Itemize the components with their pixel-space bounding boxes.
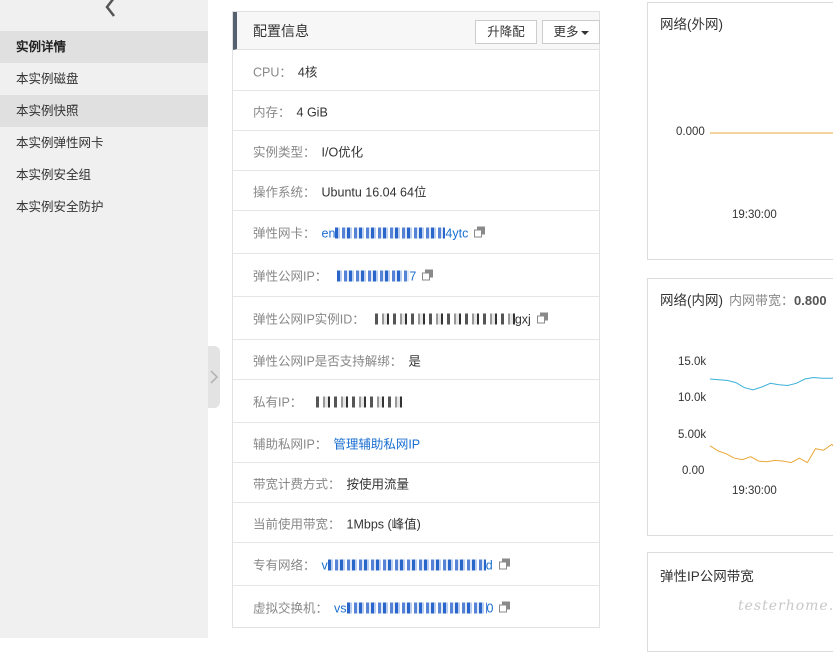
redacted-value — [316, 396, 403, 408]
vswitch-link-suffix[interactable]: 0 — [487, 602, 494, 616]
chart-title: 弹性IP公网带宽 — [660, 569, 754, 584]
elastic-nic-link-suffix[interactable]: 4ytc — [445, 227, 468, 241]
row-value: 是 — [408, 354, 421, 368]
series-line-0 — [709, 376, 833, 391]
copy-icon[interactable] — [422, 269, 434, 282]
external-network-chart — [710, 132, 833, 134]
public-ip-instance-id-suffix: gxj — [514, 312, 531, 327]
config-row-cpu: CPU： 4核 — [233, 51, 599, 91]
row-label: 弹性公网IP实例ID： — [253, 312, 365, 327]
redacted-value — [327, 559, 486, 571]
public-ip-link-suffix[interactable]: 7 — [409, 270, 416, 284]
sidebar-item-security-protection[interactable]: 本实例安全防护 — [0, 191, 208, 223]
config-row-billing-method: 带宽计费方式： 按使用流量 — [233, 463, 599, 503]
config-row-public-ip: 弹性公网IP： 7 — [233, 254, 599, 297]
row-label: 带宽计费方式： — [253, 477, 341, 491]
row-value: 4 GiB — [296, 105, 328, 119]
row-label: 弹性公网IP是否支持解绑： — [253, 354, 403, 368]
internal-network-chart — [709, 376, 833, 464]
row-label: 当前使用带宽： — [253, 517, 341, 531]
elastic-nic-link[interactable]: en — [322, 227, 336, 241]
panel-header: 配置信息 升降配 更多 — [233, 12, 600, 50]
row-label: 辅助私网IP： — [253, 437, 328, 451]
redacted-value — [346, 602, 487, 614]
config-row-memory: 内存： 4 GiB — [233, 91, 599, 131]
chevron-right-icon — [210, 370, 219, 384]
caret-down-icon — [580, 30, 589, 35]
row-value: 1Mbps (峰值) — [346, 517, 421, 531]
sidebar-item-instance-snapshots[interactable]: 本实例快照 — [0, 95, 208, 127]
row-label: 专有网络： — [253, 558, 316, 573]
copy-icon[interactable] — [536, 312, 549, 325]
sidebar-collapse-toggle[interactable] — [208, 346, 220, 408]
row-label: 弹性公网IP： — [253, 269, 328, 284]
sidebar-item-elastic-nic[interactable]: 本实例弹性网卡 — [0, 127, 208, 159]
sidebar: 实例详情 本实例磁盘 本实例快照 本实例弹性网卡 本实例安全组 本实例安全防护 — [0, 0, 208, 638]
config-row-public-ip-instance-id: 弹性公网IP实例ID： gxj — [233, 297, 599, 340]
copy-icon[interactable] — [499, 601, 511, 614]
config-row-current-bandwidth: 当前使用带宽： 1Mbps (峰值) — [233, 503, 599, 543]
chart-card-external-network: 网络(外网) 0.000 19:30:00 — [647, 2, 833, 260]
config-row-vswitch: 虚拟交换机： vs 0 — [233, 586, 599, 628]
watermark: testerhome.com — [738, 598, 833, 614]
config-row-secondary-private-ip: 辅助私网IP： 管理辅助私网IP — [233, 423, 599, 463]
config-row-elastic-nic: 弹性网卡： en 4ytc — [233, 211, 599, 254]
sidebar-item-instance-details[interactable]: 实例详情 — [0, 31, 208, 63]
copy-icon[interactable] — [498, 558, 511, 571]
upgrade-button[interactable]: 升降配 — [475, 20, 537, 44]
config-row-os: 操作系统： Ubuntu 16.04 64位 — [233, 171, 599, 211]
copy-icon[interactable] — [474, 226, 486, 239]
vswitch-link[interactable]: vs — [334, 602, 347, 616]
redacted-value — [374, 313, 515, 325]
row-label: 实例类型： — [253, 145, 316, 159]
sidebar-item-security-group[interactable]: 本实例安全组 — [0, 159, 208, 191]
row-label: 弹性网卡： — [253, 226, 316, 241]
row-label: 私有IP： — [253, 395, 303, 410]
config-panel: 配置信息 升降配 更多 CPU： 4核 内存： 4 GiB 实例类型： I/O优化 操… — [232, 11, 600, 628]
row-label: 操作系统： — [253, 185, 316, 199]
manage-secondary-ip-link[interactable]: 管理辅助私网IP — [333, 437, 420, 451]
config-row-private-ip: 私有IP： — [233, 380, 599, 423]
row-value: 按使用流量 — [346, 477, 410, 491]
sidebar-item-instance-disks[interactable]: 本实例磁盘 — [0, 63, 208, 95]
series-line-1 — [709, 443, 833, 464]
vpc-link-suffix[interactable]: d — [486, 559, 493, 573]
panel-title: 配置信息 — [253, 23, 309, 39]
more-label: 更多 — [553, 25, 579, 39]
config-row-vpc: 专有网络： v d — [233, 543, 599, 586]
config-row-unbind-support: 弹性公网IP是否支持解绑： 是 — [233, 340, 599, 380]
row-value: 4核 — [297, 65, 318, 79]
row-label: 内存： — [253, 105, 291, 119]
redacted-value — [337, 270, 410, 282]
row-label: CPU： — [253, 65, 292, 79]
row-value: I/O优化 — [321, 145, 364, 159]
back-chevron-icon[interactable] — [100, 0, 120, 18]
redacted-value — [335, 227, 446, 239]
more-dropdown-button[interactable]: 更多 — [542, 20, 600, 44]
row-label: 虚拟交换机： — [253, 601, 329, 616]
config-row-instance-type: 实例类型： I/O优化 — [233, 131, 599, 171]
row-value: Ubuntu 16.04 64位 — [321, 185, 427, 199]
chart-card-internal-network: 网络(内网) 内网带宽：0.800 15.0k 10.0k 5.00k 0.00 … — [647, 278, 833, 536]
